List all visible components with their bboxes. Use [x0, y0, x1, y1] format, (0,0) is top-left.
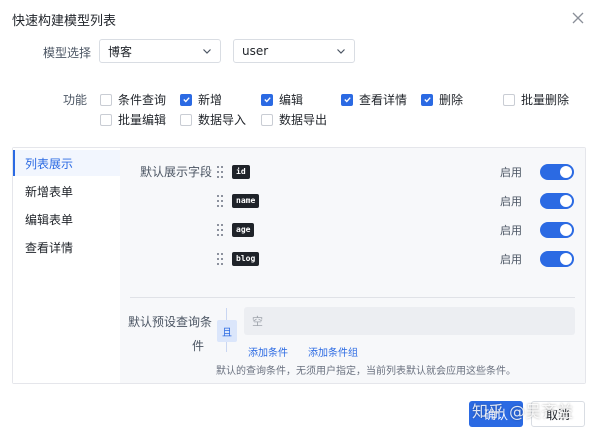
feature-checkbox-batch-edit[interactable]: 批量编辑 — [100, 111, 166, 128]
model-select-label: 模型选择 — [43, 46, 92, 60]
cancel-button[interactable]: 取消 — [531, 401, 585, 427]
and-toggle-badge[interactable]: 且 — [217, 320, 237, 342]
field-row: age 启用 — [216, 220, 576, 240]
field-row: blog 启用 — [216, 249, 576, 269]
close-icon[interactable] — [570, 10, 586, 26]
panel-content: 默认展示字段 id 启用 name 启用 age 启用 blog 启用 默认预设… — [120, 148, 585, 383]
checkbox-box — [100, 113, 112, 126]
enable-toggle[interactable] — [540, 193, 574, 209]
checkbox-label: 数据导出 — [279, 113, 328, 127]
features-label: 功能 — [63, 93, 88, 107]
model-select[interactable]: 博客 — [99, 39, 221, 63]
check-icon — [261, 93, 273, 106]
checkbox-box — [503, 93, 515, 106]
feature-checkbox-create[interactable]: 新增 — [180, 91, 222, 108]
toggle-knob — [560, 166, 572, 178]
confirm-button[interactable]: 确认 — [469, 401, 523, 427]
drag-handle-icon[interactable] — [216, 252, 224, 266]
query-hint: 默认的查询条件，无须用户指定，当前列表默认就会应用这些条件。 — [216, 366, 516, 377]
checkbox-label: 新增 — [198, 93, 223, 107]
toggle-knob — [560, 253, 572, 265]
nav-item-edit-form[interactable]: 编辑表单 — [13, 206, 120, 232]
checkbox-box — [261, 113, 273, 126]
feature-checkbox-delete[interactable]: 删除 — [421, 91, 463, 108]
chevron-down-icon — [203, 49, 211, 54]
enable-label: 启用 — [500, 195, 522, 208]
enable-toggle[interactable] — [540, 251, 574, 267]
enable-label: 启用 — [500, 253, 522, 266]
condition-placeholder[interactable]: 空 — [244, 307, 575, 335]
enable-toggle[interactable] — [540, 222, 574, 238]
checkbox-label: 编辑 — [279, 93, 304, 107]
feature-checkbox-edit[interactable]: 编辑 — [261, 91, 303, 108]
divider — [130, 297, 575, 298]
feature-checkbox-import[interactable]: 数据导入 — [180, 111, 246, 128]
model-select-value: 博客 — [108, 44, 133, 59]
feature-checkbox-batch-delete[interactable]: 批量删除 — [503, 91, 569, 108]
add-condition-group-link[interactable]: 添加条件组 — [308, 344, 358, 359]
panel-nav: 列表展示 新增表单 编辑表单 查看详情 — [13, 148, 120, 383]
drag-handle-icon[interactable] — [216, 223, 224, 237]
field-tag: blog — [232, 252, 260, 266]
check-icon — [341, 93, 353, 106]
enable-label: 启用 — [500, 166, 522, 179]
field-row: id 启用 — [216, 162, 576, 182]
nav-item-list-display[interactable]: 列表展示 — [13, 150, 120, 176]
field-tag: age — [232, 223, 255, 237]
checkbox-label: 条件查询 — [118, 93, 167, 107]
chevron-down-icon — [337, 49, 345, 54]
checkbox-box — [100, 93, 112, 106]
checkbox-label: 批量编辑 — [118, 113, 167, 127]
drag-handle-icon[interactable] — [216, 165, 224, 179]
check-icon — [421, 93, 433, 106]
config-panel: 列表展示 新增表单 编辑表单 查看详情 默认展示字段 id 启用 name 启用… — [12, 147, 586, 384]
table-select[interactable]: user — [233, 39, 355, 63]
checkbox-label: 数据导入 — [198, 113, 247, 127]
nav-item-create-form[interactable]: 新增表单 — [13, 178, 120, 204]
table-select-value: user — [242, 44, 269, 58]
enable-toggle[interactable] — [540, 164, 574, 180]
checkbox-box — [180, 113, 192, 126]
checkbox-label: 删除 — [439, 93, 464, 107]
toggle-knob — [560, 224, 572, 236]
toggle-knob — [560, 195, 572, 207]
enable-label: 启用 — [500, 224, 522, 237]
feature-checkbox-view[interactable]: 查看详情 — [341, 91, 407, 108]
default-query-label: 默认预设查询条 — [128, 315, 213, 329]
checkbox-label: 查看详情 — [359, 93, 408, 107]
checkbox-label: 批量删除 — [521, 93, 570, 107]
field-tag: name — [232, 194, 260, 208]
field-row: name 启用 — [216, 191, 576, 211]
drag-handle-icon[interactable] — [216, 194, 224, 208]
feature-checkbox-query[interactable]: 条件查询 — [100, 91, 166, 108]
nav-item-view-detail[interactable]: 查看详情 — [13, 234, 120, 260]
default-query-label-cont: 件 — [192, 339, 205, 353]
dialog-title: 快速构建模型列表 — [12, 14, 117, 29]
add-condition-link[interactable]: 添加条件 — [248, 344, 288, 359]
feature-checkbox-export[interactable]: 数据导出 — [261, 111, 327, 128]
default-fields-label: 默认展示字段 — [140, 165, 213, 179]
check-icon — [180, 93, 192, 106]
field-tag: id — [232, 165, 250, 179]
